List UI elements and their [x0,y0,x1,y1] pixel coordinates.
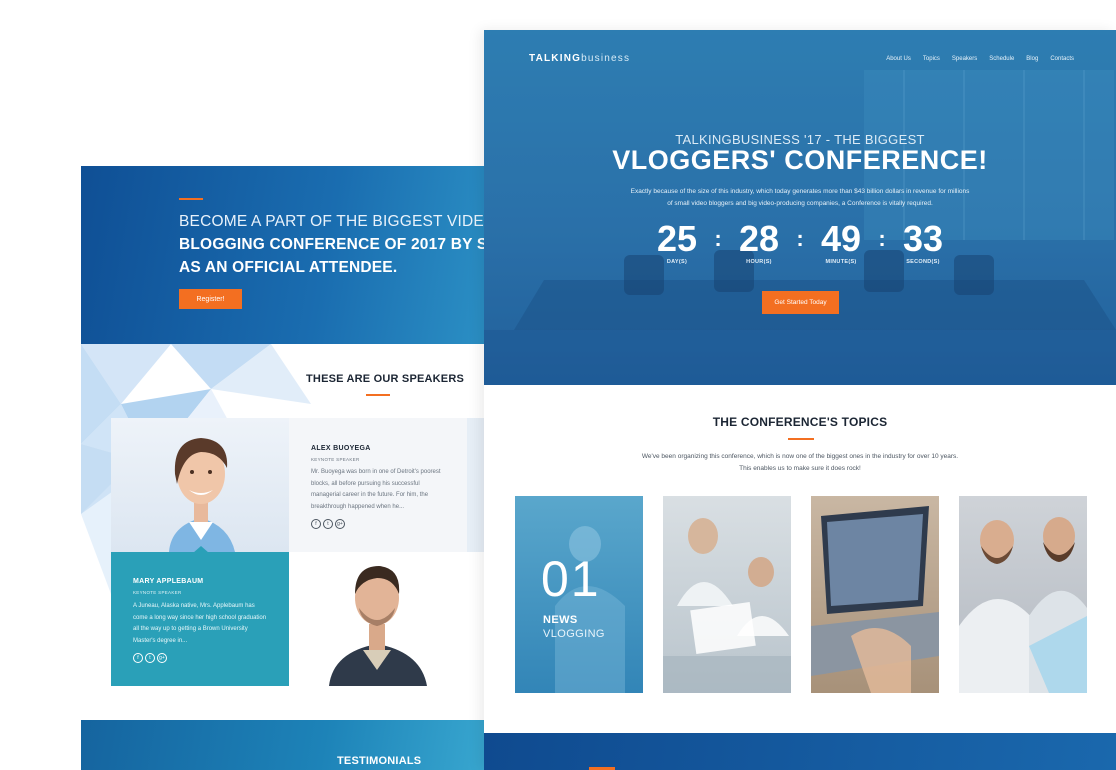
speaker-bio: Mr. Buoyega was born in one of Detroit's… [311,469,441,510]
topic-card-laptop-photo[interactable] [811,496,939,693]
topic-label-secondary: VLOGGING [543,628,605,640]
countdown-seconds: 33 SECOND(S) [894,218,952,266]
speaker-name: ALEX BUOYEGA [311,445,371,452]
topics-heading: THE CONFERENCE'S TOPICS [712,415,888,429]
nav-about-us[interactable]: About Us [886,56,911,62]
logo-bold-text: TALKING [529,53,582,64]
cta-heading-line-3: AS AN OFFICIAL ATTENDEE. [179,259,398,276]
google-plus-icon[interactable]: g+ [335,519,345,529]
twitter-icon[interactable]: t [145,653,155,663]
countdown-separator: : [796,226,804,251]
countdown-value: 33 [902,218,944,259]
speaker-bio: A Juneau, Alaska native, Mrs. Applebaum … [133,603,267,644]
countdown-minutes: 49 MINUTE(S) [812,218,870,266]
countdown-label: MINUTE(S) [825,259,857,265]
register-cta-section: BECOME A PART OF THE BIGGEST VIDEO BLOGG… [81,166,484,344]
testimonials-heading: TESTIMONIALS [337,755,422,767]
people-reviewing-documents-icon [663,518,791,693]
facebook-icon[interactable]: f [311,519,321,529]
nav-schedule[interactable]: Schedule [989,56,1014,62]
countdown-value: 25 [656,218,698,259]
woman-portrait-icon [169,438,235,552]
topic-card-meeting-photo[interactable] [663,496,791,693]
left-page-preview: BECOME A PART OF THE BIGGEST VIDEO BLOGG… [81,166,484,770]
topics-description-line-2: This enables us to make sure it does roc… [739,465,861,472]
topics-description: We've been organizing this conference, w… [484,451,1116,475]
get-started-button[interactable]: Get Started Today [762,291,839,314]
countdown-timer: 25 DAY(S) : 28 HOUR(S) : 49 MINUTE(S) : … [484,218,1116,266]
speaker-name: MARY APPLEBAUM [133,578,204,585]
testimonials-section: TESTIMONIALS [81,720,484,770]
countdown-label: HOUR(S) [746,259,772,265]
speaker-card-edge [467,418,484,552]
nav-contacts[interactable]: Contacts [1050,56,1074,62]
nav-blog[interactable]: Blog [1026,56,1038,62]
hero-section: TALKINGbusiness About Us Topics Speakers… [484,30,1116,385]
cta-accent-bar [179,198,203,200]
countdown-separator: : [714,226,722,251]
speakers-heading: THESE ARE OUR SPEAKERS [306,373,465,385]
speakers-accent-bar [366,394,390,396]
countdown-separator: : [878,226,886,251]
hero-title: VLOGGERS' CONFERENCE! [612,145,988,175]
speaker-role: KEYNOTE SPEAKER [133,590,182,595]
nav-speakers[interactable]: Speakers [952,56,977,62]
speakers-section: THESE ARE OUR SPEAKERS ALEX BUOYEGA KEYN… [81,344,484,720]
topic-card-news-vlogging[interactable]: 01 NEWS VLOGGING [515,496,643,693]
countdown-value: 49 [820,218,862,259]
cta-heading-line-1: BECOME A PART OF THE BIGGEST VIDEO [179,213,484,230]
cta-heading-line-2: BLOGGING CONFERENCE OF 2017 BY SIGNI [179,236,484,253]
men-discussing-icon [959,517,1087,693]
countdown-hours: 28 HOUR(S) [730,218,788,266]
google-plus-icon[interactable]: g+ [157,653,167,663]
speaker-card-mary: MARY APPLEBAUM KEYNOTE SPEAKER A Juneau,… [111,552,289,686]
topics-accent-bar [788,438,814,440]
main-nav: About Us Topics Speakers Schedule Blog C… [886,56,1074,62]
topic-number: 01 [541,551,601,607]
speaker-role: KEYNOTE SPEAKER [311,457,360,462]
right-page-preview: TALKINGbusiness About Us Topics Speakers… [484,30,1116,770]
speaker-social-links: f t g+ [311,519,345,529]
countdown-label: SECOND(S) [906,259,940,265]
topic-card-discussion-photo[interactable] [959,496,1087,693]
speaker-card-alex: ALEX BUOYEGA KEYNOTE SPEAKER Mr. Buoyega… [289,418,467,552]
facebook-icon[interactable]: f [133,653,143,663]
speaker-photo-alex [111,418,289,552]
man-portrait-icon [329,566,427,686]
topic-label-primary: NEWS [543,614,578,626]
nav-topics[interactable]: Topics [923,56,940,62]
right-page-next-section [484,733,1116,770]
register-button[interactable]: Register! [179,289,242,309]
logo-light-text: business [581,53,631,64]
twitter-icon[interactable]: t [323,519,333,529]
countdown-days: 25 DAY(S) [648,218,706,266]
laptop-icon [811,506,939,693]
hero-description: Exactly because of the size of this indu… [630,188,970,207]
site-logo[interactable]: TALKINGbusiness [529,53,630,64]
countdown-label: DAY(S) [666,259,688,265]
speaker-photo-man [289,552,467,686]
speaker-social-links: f t g+ [133,653,167,663]
countdown-value: 28 [738,218,780,259]
topics-description-line-1: We've been organizing this conference, w… [641,453,959,460]
